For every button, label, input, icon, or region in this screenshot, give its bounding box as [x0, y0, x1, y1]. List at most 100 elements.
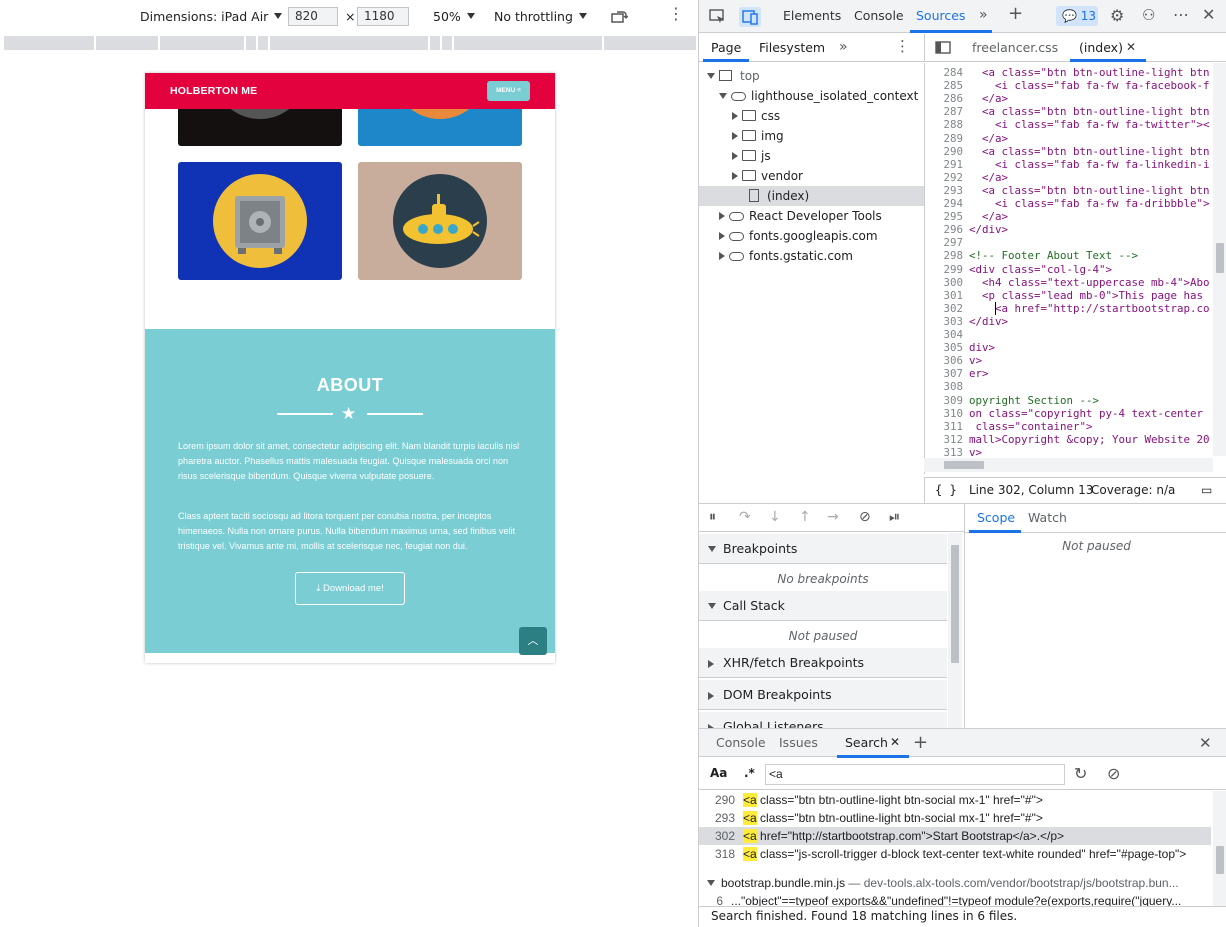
editor-horizontal-scrollbar[interactable]: [924, 458, 1213, 472]
line-number[interactable]: 292: [925, 171, 963, 184]
more-options-icon[interactable]: ⋯: [1173, 7, 1189, 23]
tree-item-file-selected[interactable]: (index): [699, 186, 924, 206]
line-number[interactable]: 285: [925, 79, 963, 92]
line-number[interactable]: 284: [925, 66, 963, 79]
tab-elements[interactable]: Elements: [783, 8, 841, 23]
tree-item-top[interactable]: top: [707, 66, 760, 86]
code-line[interactable]: div>: [969, 341, 995, 354]
more-options-icon[interactable]: ⋮: [895, 39, 910, 54]
width-input[interactable]: 820: [288, 7, 338, 26]
menu-button[interactable]: MENU ≡: [487, 81, 530, 101]
code-line[interactable]: <i class="fab fa-fw fa-facebook-f: [969, 79, 1210, 92]
tab-watch[interactable]: Watch: [1028, 510, 1067, 525]
drawer-tab-issues[interactable]: Issues: [779, 735, 818, 750]
tree-item-origin[interactable]: fonts.googleapis.com: [719, 226, 878, 246]
pause-icon[interactable]: ⏸: [709, 510, 716, 525]
settings-gear-icon[interactable]: ⚙: [1110, 8, 1124, 24]
line-number[interactable]: 291: [925, 158, 963, 171]
line-number[interactable]: 286: [925, 92, 963, 105]
step-icon[interactable]: →: [827, 510, 839, 525]
close-tab-icon[interactable]: ✕: [890, 735, 900, 749]
screenshot-icon[interactable]: ▭: [1201, 478, 1212, 503]
sidebar-scrollbar[interactable]: [948, 533, 962, 728]
line-number[interactable]: 298: [925, 249, 963, 262]
line-number[interactable]: 312: [925, 433, 963, 446]
zoom-dropdown[interactable]: 50%: [433, 9, 475, 24]
code-line[interactable]: </a>: [969, 171, 1008, 184]
line-number[interactable]: 293: [925, 184, 963, 197]
line-number[interactable]: 304: [925, 328, 963, 341]
editor-vertical-scrollbar[interactable]: [1213, 63, 1226, 456]
line-number[interactable]: 297: [925, 236, 963, 249]
code-line[interactable]: <a href="http://startbootstrap.co: [969, 302, 1210, 315]
code-line[interactable]: on class="copyright py-4 text-center: [969, 407, 1203, 420]
search-result-line[interactable]: 293 <a class="btn btn-outline-light btn-s…: [699, 809, 1211, 827]
code-line[interactable]: <!-- Footer About Text -->: [969, 249, 1138, 262]
scroll-top-button[interactable]: ︿: [519, 627, 547, 655]
line-number[interactable]: 308: [925, 380, 963, 393]
toggle-navigator-icon[interactable]: [935, 41, 951, 57]
tree-item-origin[interactable]: lighthouse_isolated_context: [719, 86, 918, 106]
step-into-icon[interactable]: ↓: [769, 510, 781, 525]
tab-sources[interactable]: Sources: [916, 8, 965, 23]
code-line[interactable]: </a>: [969, 210, 1008, 223]
search-result-file[interactable]: bootstrap.bundle.min.js — dev-tools.alx-…: [707, 874, 1219, 892]
close-tab-icon[interactable]: ✕: [1126, 40, 1136, 54]
match-case-toggle[interactable]: Aa: [710, 766, 727, 780]
inspect-element-icon[interactable]: [709, 9, 726, 28]
code-line[interactable]: <a class="btn btn-outline-light btn: [969, 105, 1210, 118]
download-button[interactable]: ⤓ Download me!: [295, 572, 405, 605]
tree-item-origin[interactable]: fonts.gstatic.com: [719, 246, 853, 266]
portfolio-tile-submarine[interactable]: [358, 162, 522, 280]
code-line[interactable]: v>: [969, 446, 982, 459]
clear-icon[interactable]: ⊘: [1107, 764, 1120, 783]
code-line[interactable]: <h4 class="text-uppercase mb-4">Abo: [969, 276, 1210, 289]
line-number[interactable]: 306: [925, 354, 963, 367]
add-tab-icon[interactable]: +: [1008, 5, 1023, 23]
code-line[interactable]: <a class="btn btn-outline-light btn: [969, 184, 1210, 197]
code-editor[interactable]: 284 <a class="btn btn-outline-light btn 2…: [924, 63, 1226, 474]
line-number[interactable]: 290: [925, 145, 963, 158]
more-tabs-icon[interactable]: »: [979, 8, 988, 23]
line-number[interactable]: 313: [925, 446, 963, 459]
editor-tab-index[interactable]: (index): [1079, 40, 1123, 55]
results-scrollbar[interactable]: [1213, 791, 1226, 906]
customize-icon[interactable]: ⚇: [1142, 8, 1155, 23]
tree-item-folder[interactable]: js: [732, 146, 771, 166]
line-number[interactable]: 288: [925, 118, 963, 131]
dom-breakpoints-header[interactable]: DOM Breakpoints: [699, 680, 947, 710]
close-icon[interactable]: ✕: [1202, 7, 1215, 23]
code-line[interactable]: class="container">: [969, 420, 1093, 433]
code-line[interactable]: <i class="fab fa-fw fa-linkedin-i: [969, 158, 1210, 171]
site-brand[interactable]: HOLBERTON ME: [170, 85, 257, 97]
line-number[interactable]: 295: [925, 210, 963, 223]
code-line[interactable]: </a>: [969, 132, 1008, 145]
breakpoints-header[interactable]: Breakpoints: [699, 534, 947, 564]
more-tabs-icon[interactable]: »: [839, 40, 848, 55]
code-line[interactable]: mall>Copyright &copy; Your Website 20: [969, 433, 1210, 446]
tab-page[interactable]: Page: [711, 40, 741, 55]
pause-on-exceptions-icon[interactable]: ⏯: [889, 510, 900, 525]
line-number[interactable]: 300: [925, 276, 963, 289]
rotate-icon[interactable]: [611, 9, 629, 27]
refresh-icon[interactable]: ↻: [1074, 764, 1087, 783]
code-line[interactable]: <a class="btn btn-outline-light btn: [969, 66, 1210, 79]
line-number[interactable]: 301: [925, 289, 963, 302]
drawer-tab-console[interactable]: Console: [716, 735, 766, 750]
call-stack-header[interactable]: Call Stack: [699, 591, 947, 621]
global-listeners-header[interactable]: Global Listeners: [699, 712, 947, 728]
code-line[interactable]: </div>: [969, 223, 1008, 236]
code-line[interactable]: er>: [969, 367, 989, 380]
search-result-line[interactable]: 318 <a class="js-scroll-trigger d-block t…: [699, 845, 1211, 863]
add-tab-icon[interactable]: +: [913, 732, 928, 753]
close-drawer-icon[interactable]: ✕: [1199, 734, 1212, 752]
line-number[interactable]: 302: [925, 302, 963, 315]
throttling-dropdown[interactable]: No throttling: [494, 9, 587, 24]
search-result-line[interactable]: 302 <a href="http://startbootstrap.com">S…: [699, 827, 1211, 845]
code-line[interactable]: </div>: [969, 315, 1008, 328]
device-dimensions-dropdown[interactable]: Dimensions: iPad Air: [140, 9, 283, 24]
portfolio-tile-safe[interactable]: [178, 162, 342, 280]
tree-item-extension[interactable]: React Developer Tools: [719, 206, 882, 226]
tree-item-folder[interactable]: img: [732, 126, 784, 146]
device-toolbar-toggle-icon[interactable]: [739, 7, 761, 27]
